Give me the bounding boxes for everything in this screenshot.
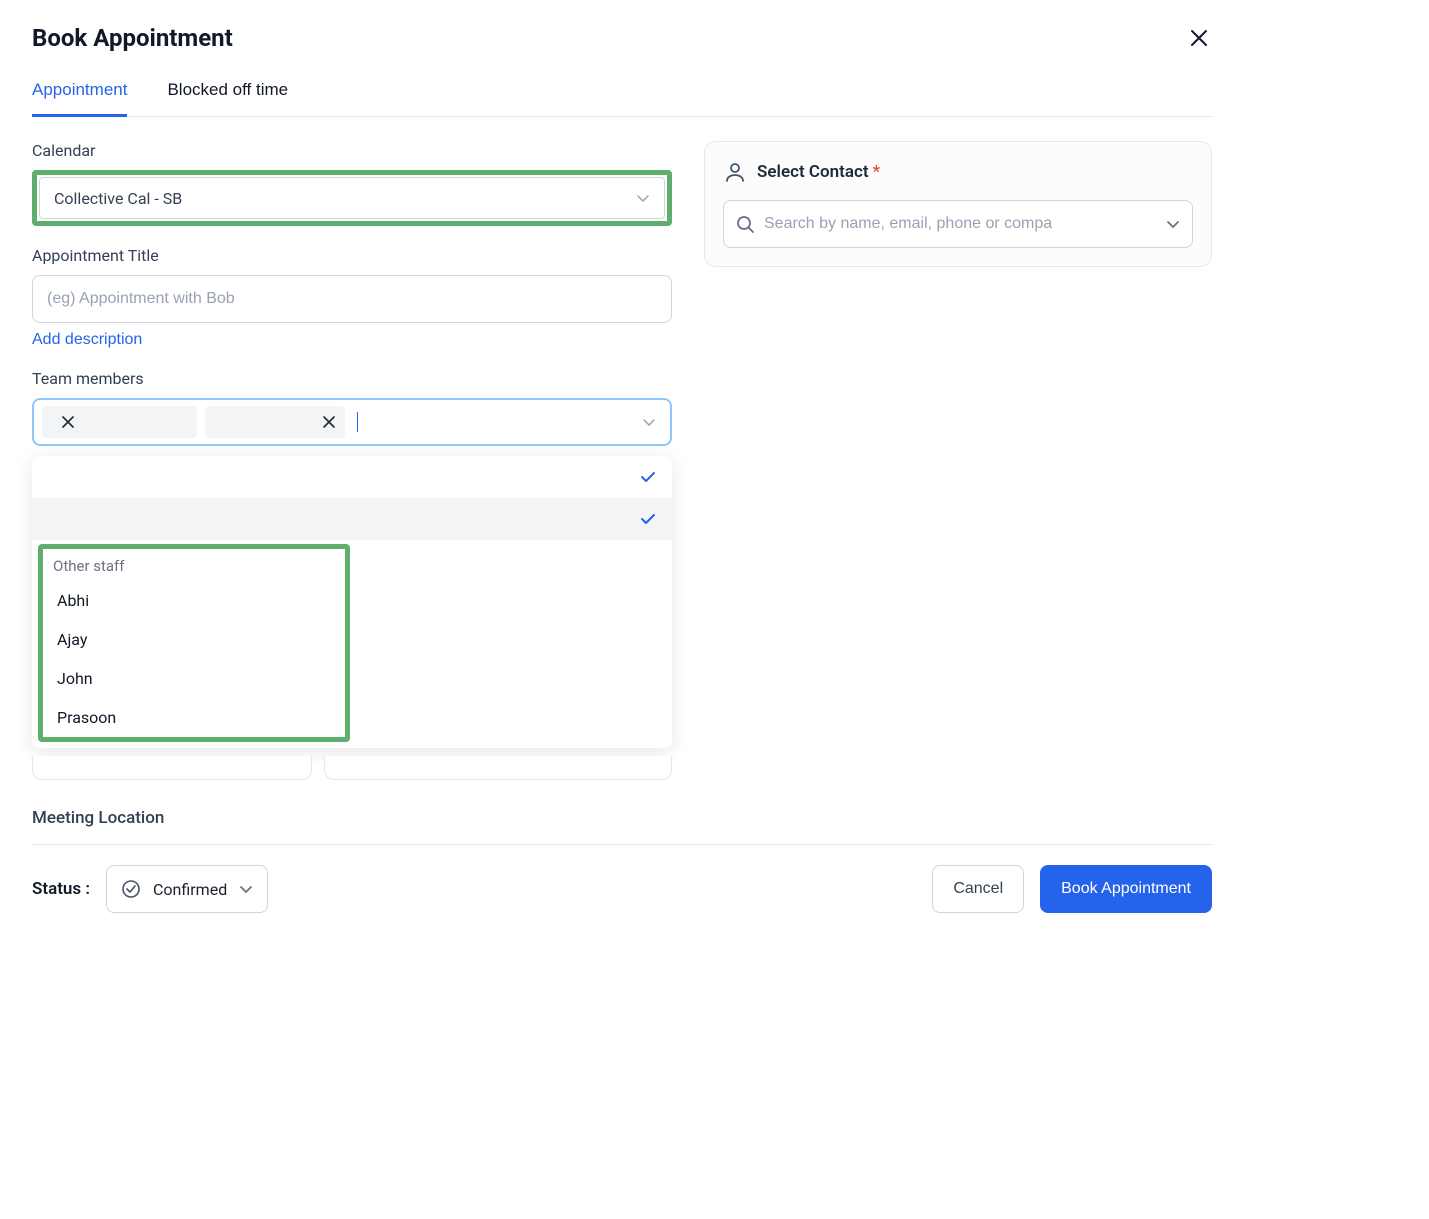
tab-appointment[interactable]: Appointment bbox=[32, 80, 127, 117]
person-icon bbox=[723, 160, 747, 184]
other-staff-header: Other staff bbox=[43, 549, 345, 581]
selected-member-chip bbox=[42, 406, 197, 438]
calendar-highlight: Collective Cal - SB bbox=[32, 170, 672, 226]
obscured-fields-row bbox=[32, 756, 672, 780]
text-caret bbox=[357, 412, 358, 432]
appointment-title-label: Appointment Title bbox=[32, 246, 672, 265]
close-icon bbox=[62, 416, 74, 428]
staff-option[interactable]: John bbox=[43, 659, 345, 698]
obscured-field[interactable] bbox=[324, 756, 672, 780]
obscured-field[interactable] bbox=[32, 756, 312, 780]
cancel-button[interactable]: Cancel bbox=[932, 865, 1024, 913]
required-asterisk: * bbox=[873, 162, 881, 182]
divider bbox=[32, 844, 1212, 845]
meeting-location-label: Meeting Location bbox=[32, 808, 672, 828]
close-icon bbox=[323, 416, 335, 428]
add-description-link[interactable]: Add description bbox=[32, 331, 142, 349]
tab-bar: Appointment Blocked off time bbox=[32, 80, 1212, 117]
remove-chip-button[interactable] bbox=[62, 416, 74, 428]
close-icon bbox=[1190, 29, 1208, 47]
staff-option[interactable]: Abhi bbox=[43, 581, 345, 620]
close-button[interactable] bbox=[1186, 25, 1212, 51]
tab-blocked-off-time[interactable]: Blocked off time bbox=[167, 80, 288, 117]
contact-search-input[interactable] bbox=[764, 215, 1156, 233]
staff-option[interactable]: Prasoon bbox=[43, 698, 345, 737]
select-contact-label: Select Contact* bbox=[757, 162, 880, 182]
chevron-down-icon bbox=[636, 193, 650, 203]
calendar-select[interactable]: Collective Cal - SB bbox=[39, 177, 665, 219]
dropdown-option-selected[interactable] bbox=[32, 456, 672, 498]
appointment-title-input[interactable] bbox=[32, 275, 672, 323]
search-icon bbox=[736, 215, 754, 233]
book-appointment-button[interactable]: Book Appointment bbox=[1040, 865, 1212, 913]
select-contact-panel: Select Contact* bbox=[704, 141, 1212, 267]
team-members-label: Team members bbox=[32, 369, 672, 388]
check-icon bbox=[640, 513, 656, 525]
remove-chip-button[interactable] bbox=[323, 416, 335, 428]
team-members-multiselect[interactable] bbox=[32, 398, 672, 446]
check-circle-icon bbox=[121, 879, 141, 899]
dropdown-option-selected[interactable] bbox=[32, 498, 672, 540]
chevron-down-icon bbox=[642, 417, 662, 427]
status-select[interactable]: Confirmed bbox=[106, 865, 268, 913]
calendar-selected-value: Collective Cal - SB bbox=[54, 189, 182, 208]
staff-option[interactable]: Ajay bbox=[43, 620, 345, 659]
chevron-down-icon bbox=[239, 884, 253, 894]
chevron-down-icon bbox=[1166, 219, 1180, 229]
selected-member-chip bbox=[205, 406, 345, 438]
contact-search[interactable] bbox=[723, 200, 1193, 248]
status-label: Status : bbox=[32, 879, 90, 899]
team-dropdown: Other staff Abhi Ajay John Prasoon bbox=[32, 456, 672, 748]
other-staff-highlight: Other staff Abhi Ajay John Prasoon bbox=[38, 544, 350, 742]
modal-title: Book Appointment bbox=[32, 24, 233, 52]
status-value: Confirmed bbox=[153, 880, 227, 899]
calendar-label: Calendar bbox=[32, 141, 672, 160]
check-icon bbox=[640, 471, 656, 483]
